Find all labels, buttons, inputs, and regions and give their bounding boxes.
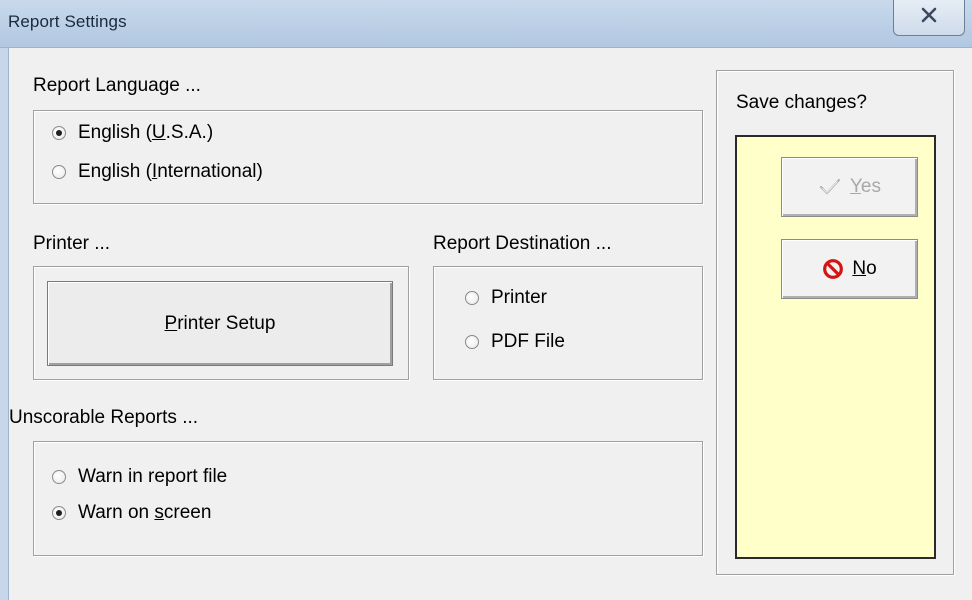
close-icon xyxy=(919,5,939,30)
checkmark-icon xyxy=(818,177,842,197)
radio-button[interactable] xyxy=(52,470,66,484)
report-destination-group xyxy=(433,266,703,380)
radio-warn-report-file[interactable]: Warn in report file xyxy=(52,466,227,488)
radio-label: English (International) xyxy=(78,161,263,182)
radio-label: English (U.S.A.) xyxy=(78,122,214,143)
radio-destination-pdf[interactable]: PDF File xyxy=(465,331,565,353)
radio-english-international[interactable]: English (International) xyxy=(52,161,263,183)
printer-label: Printer ... xyxy=(33,233,111,254)
save-changes-label: Save changes? xyxy=(736,92,867,113)
radio-button[interactable] xyxy=(52,506,66,520)
no-label: No xyxy=(852,258,877,279)
no-button[interactable]: No xyxy=(781,239,918,299)
radio-label: Warn on screen xyxy=(78,502,212,523)
radio-label: PDF File xyxy=(491,331,565,352)
unscorable-reports-group xyxy=(33,441,703,556)
title-bar: Report Settings xyxy=(0,0,972,48)
unscorable-reports-label: Unscorable Reports ... xyxy=(9,407,199,428)
window-left-border xyxy=(0,48,9,600)
printer-setup-button[interactable]: Printer Setup xyxy=(47,281,393,366)
no-entry-icon xyxy=(822,258,844,280)
close-button[interactable] xyxy=(893,0,965,36)
radio-label: Printer xyxy=(491,287,547,308)
radio-button[interactable] xyxy=(52,126,66,140)
report-language-label: Report Language ... xyxy=(33,75,201,96)
yes-label: Yes xyxy=(849,176,881,197)
radio-warn-on-screen[interactable]: Warn on screen xyxy=(52,502,211,524)
radio-button[interactable] xyxy=(52,165,66,179)
window-title: Report Settings xyxy=(8,12,127,31)
radio-button[interactable] xyxy=(465,291,479,305)
report-destination-label: Report Destination ... xyxy=(433,233,612,254)
yes-button[interactable]: Yes xyxy=(781,157,918,217)
radio-label: Warn in report file xyxy=(78,466,228,487)
radio-button[interactable] xyxy=(465,335,479,349)
printer-setup-label: Printer Setup xyxy=(164,312,276,334)
radio-english-usa[interactable]: English (U.S.A.) xyxy=(52,122,213,144)
radio-destination-printer[interactable]: Printer xyxy=(465,287,547,309)
